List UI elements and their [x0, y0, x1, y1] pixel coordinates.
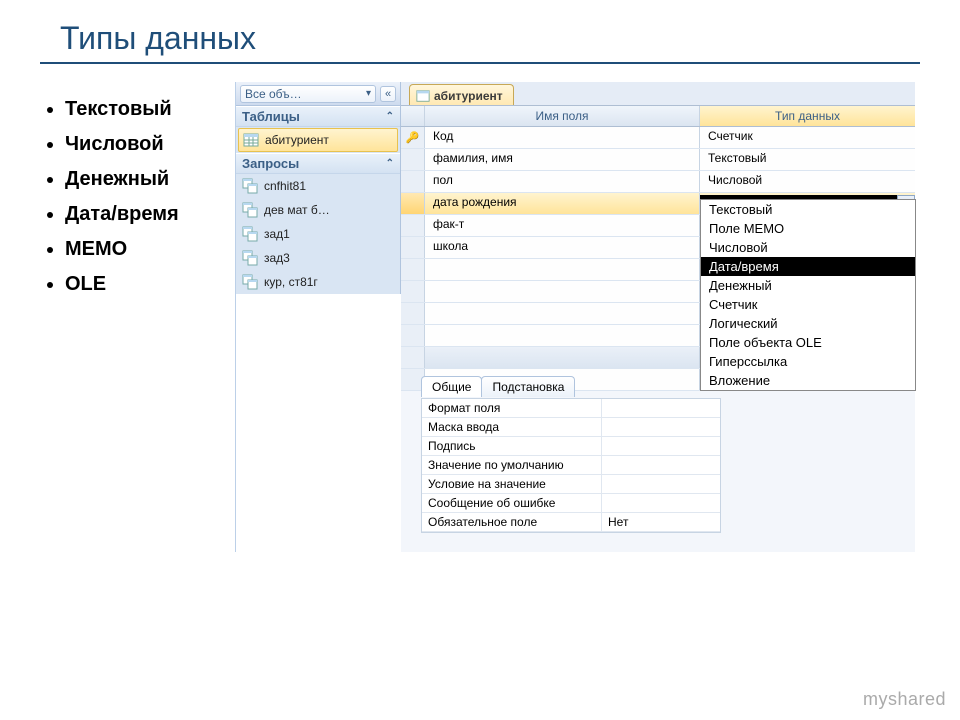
nav-item-label: кур, ст81г — [264, 275, 318, 289]
property-value[interactable] — [602, 456, 720, 474]
title-underline — [40, 62, 920, 64]
property-row[interactable]: Значение по умолчанию — [422, 456, 720, 475]
dropdown-item[interactable]: Поле объекта OLE — [701, 333, 915, 352]
query-icon — [242, 178, 258, 194]
property-row[interactable]: Обязательное полеНет — [422, 513, 720, 532]
property-value[interactable] — [602, 437, 720, 455]
property-row[interactable]: Формат поля — [422, 399, 720, 418]
tab-table[interactable]: абитуриент — [409, 84, 514, 105]
dropdown-item[interactable]: Логический — [701, 314, 915, 333]
nav-group-queries[interactable]: Запросы ⌃ — [236, 153, 400, 174]
tab-label: абитуриент — [434, 89, 503, 103]
dropdown-item[interactable]: Текстовый — [701, 200, 915, 219]
dropdown-item[interactable]: Числовой — [701, 238, 915, 257]
navigation-pane: Все объ… ▾ « Таблицы ⌃ абитуриент Запрос… — [236, 82, 401, 294]
field-type-cell[interactable]: Текстовый — [700, 149, 915, 170]
bullet-item: Текстовый — [65, 92, 235, 127]
nav-item-query[interactable]: кур, ст81г — [236, 270, 400, 294]
row-selector-header — [401, 106, 425, 126]
nav-combo[interactable]: Все объ… ▾ — [240, 85, 376, 103]
field-type-cell[interactable]: Числовой — [700, 171, 915, 192]
nav-item-label: cnfhit81 — [264, 179, 306, 193]
grid-header-row: Имя поля Тип данных — [401, 106, 915, 127]
property-label: Значение по умолчанию — [422, 456, 602, 474]
property-row[interactable]: Маска ввода — [422, 418, 720, 437]
nav-group-tables[interactable]: Таблицы ⌃ — [236, 106, 400, 127]
grid-row[interactable]: 🔑 Код Счетчик — [401, 127, 915, 149]
bullet-item: MEMO — [65, 232, 235, 267]
query-icon — [242, 226, 258, 242]
property-label: Условие на значение — [422, 475, 602, 493]
grid-row[interactable]: фамилия, имя Текстовый — [401, 149, 915, 171]
property-row[interactable]: Подпись — [422, 437, 720, 456]
nav-item-query[interactable]: дев мат б… — [236, 198, 400, 222]
property-label: Формат поля — [422, 399, 602, 417]
watermark: myshared — [863, 689, 946, 710]
nav-item-table[interactable]: абитуриент — [238, 128, 398, 152]
property-label: Обязательное поле — [422, 513, 602, 531]
dropdown-item[interactable]: Гиперссылка — [701, 352, 915, 371]
field-name-cell[interactable]: фамилия, имя — [425, 149, 700, 170]
field-type-cell[interactable]: Счетчик — [700, 127, 915, 148]
nav-group-label: Запросы — [242, 156, 299, 171]
property-label: Маска ввода — [422, 418, 602, 436]
field-name-cell[interactable]: фак-т — [425, 215, 700, 236]
property-label: Сообщение об ошибке — [422, 494, 602, 512]
property-row[interactable]: Условие на значение — [422, 475, 720, 494]
property-grid: Формат поля Маска ввода Подпись Значение… — [421, 398, 721, 533]
property-value[interactable] — [602, 494, 720, 512]
design-area: абитуриент Имя поля Тип данных 🔑 Код Сче… — [401, 82, 915, 552]
dropdown-item-highlighted[interactable]: Дата/время — [701, 257, 915, 276]
property-value[interactable]: Нет — [602, 513, 720, 531]
bullet-item: OLE — [65, 267, 235, 302]
datatype-dropdown[interactable]: Текстовый Поле MEMO Числовой Дата/время … — [700, 199, 916, 391]
primary-key-icon: 🔑 — [406, 131, 420, 144]
col-header-datatype: Тип данных — [700, 106, 915, 126]
query-icon — [242, 202, 258, 218]
property-value[interactable] — [602, 418, 720, 436]
dropdown-item[interactable]: Денежный — [701, 276, 915, 295]
grid-row[interactable]: пол Числовой — [401, 171, 915, 193]
property-label: Подпись — [422, 437, 602, 455]
bullet-item: Дата/время — [65, 197, 235, 232]
chevron-up-icon: ⌃ — [386, 158, 394, 169]
property-value[interactable] — [602, 399, 720, 417]
nav-item-query[interactable]: зад3 — [236, 246, 400, 270]
query-icon — [242, 250, 258, 266]
query-icon — [242, 274, 258, 290]
nav-combo-label: Все объ… — [245, 87, 302, 101]
nav-item-label: абитуриент — [265, 133, 329, 147]
property-value[interactable] — [602, 475, 720, 493]
access-window: Все объ… ▾ « Таблицы ⌃ абитуриент Запрос… — [235, 82, 915, 552]
nav-header[interactable]: Все объ… ▾ « — [236, 82, 400, 106]
chevron-up-icon: ⌃ — [386, 111, 394, 122]
bullet-list: Текстовый Числовой Денежный Дата/время M… — [40, 92, 235, 536]
field-name-cell[interactable]: дата рождения — [425, 193, 700, 214]
table-icon — [243, 132, 259, 148]
property-row[interactable]: Сообщение об ошибке — [422, 494, 720, 513]
slide-title: Типы данных — [0, 0, 960, 62]
dropdown-item[interactable]: Поле MEMO — [701, 219, 915, 238]
document-tabs: абитуриент — [401, 82, 915, 106]
col-header-fieldname: Имя поля — [425, 106, 700, 126]
collapse-pane-button[interactable]: « — [380, 86, 396, 102]
chevron-down-icon: ▾ — [366, 88, 371, 99]
field-name-cell[interactable]: пол — [425, 171, 700, 192]
bullet-item: Числовой — [65, 127, 235, 162]
field-name-cell[interactable]: Код — [425, 127, 700, 148]
dropdown-item[interactable]: Счетчик — [701, 295, 915, 314]
property-tab-general[interactable]: Общие — [421, 376, 482, 397]
bullet-item: Денежный — [65, 162, 235, 197]
nav-item-label: зад1 — [264, 227, 290, 241]
property-tab-lookup[interactable]: Подстановка — [481, 376, 575, 397]
nav-item-label: зад3 — [264, 251, 290, 265]
nav-item-query[interactable]: зад1 — [236, 222, 400, 246]
nav-item-label: дев мат б… — [264, 203, 330, 217]
nav-item-query[interactable]: cnfhit81 — [236, 174, 400, 198]
dropdown-item[interactable]: Вложение — [701, 371, 915, 390]
field-name-cell[interactable]: школа — [425, 237, 700, 258]
property-tabs: Общие Подстановка — [421, 376, 574, 397]
table-icon — [416, 89, 430, 103]
nav-group-label: Таблицы — [242, 109, 300, 124]
